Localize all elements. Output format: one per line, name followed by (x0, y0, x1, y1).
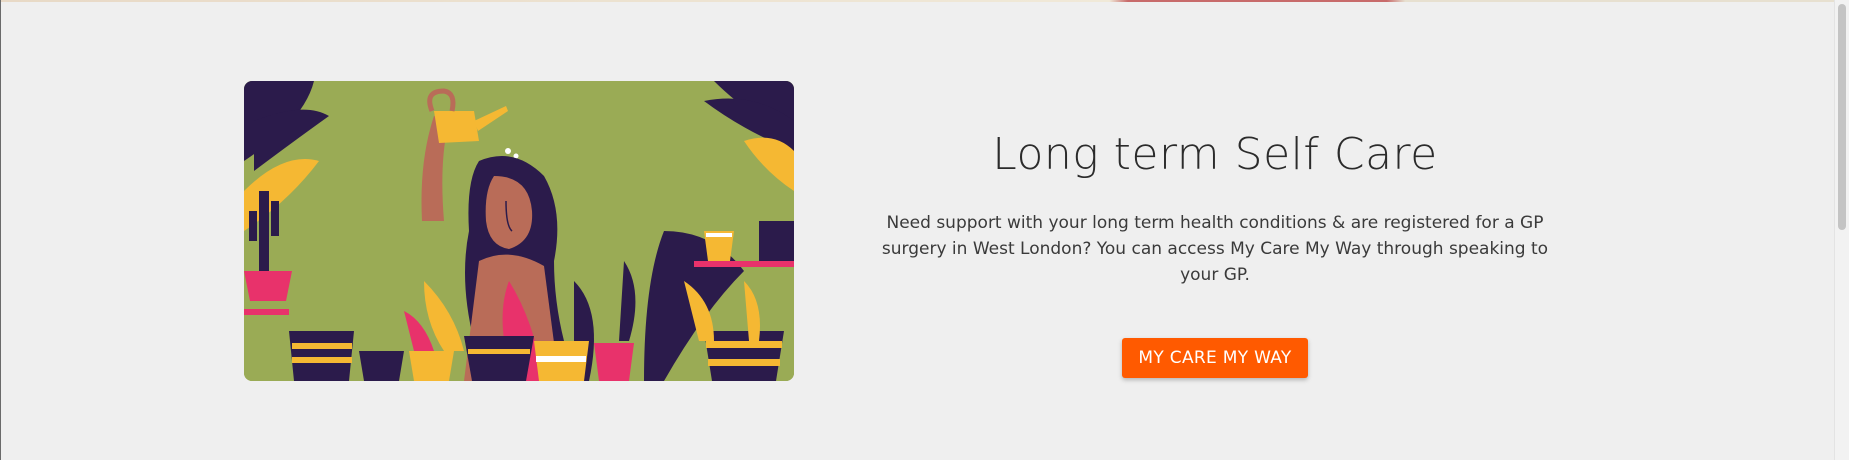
woman-watering-plants-illustration (244, 81, 794, 381)
scrollbar-thumb[interactable] (1838, 4, 1846, 230)
page-title: Long term Self Care (992, 129, 1438, 180)
my-care-my-way-button[interactable]: MY CARE MY WAY (1122, 338, 1308, 378)
hero-description: Need support with your long term health … (881, 213, 1549, 285)
left-edge (0, 0, 1, 460)
hero-content: Long term Self Care Need support with yo… (860, 120, 1570, 378)
top-strip (0, 0, 1849, 2)
hero-illustration (244, 81, 794, 381)
vertical-scrollbar[interactable] (1834, 0, 1849, 460)
